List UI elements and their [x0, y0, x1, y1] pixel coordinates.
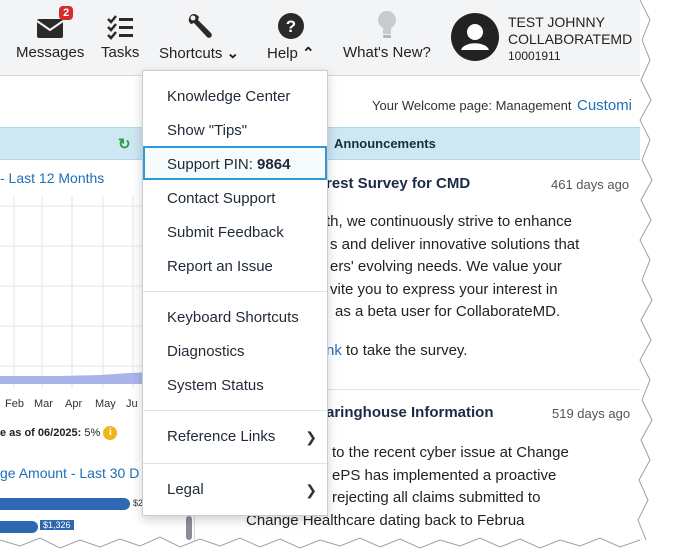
envelope-icon: 2	[35, 6, 74, 40]
user-name-line2: COLLABORATEMD	[508, 31, 633, 47]
line-chart	[0, 196, 150, 388]
user-id: 10001911	[508, 49, 561, 63]
announcement-title[interactable]: aringhouse Information	[326, 404, 494, 422]
messages-nav[interactable]: 2 Messages	[16, 6, 85, 61]
menu-item-diagnostics[interactable]: Diagnostics	[143, 335, 327, 369]
help-dropdown-menu: Knowledge Center Show "Tips" Support PIN…	[142, 70, 328, 516]
chevron-right-icon: ❯	[305, 482, 317, 498]
menu-item-show-tips[interactable]: Show "Tips"	[143, 114, 327, 148]
messages-count-badge: 2	[59, 6, 74, 20]
scrollbar-thumb[interactable]	[186, 516, 192, 540]
chart-title-12-months[interactable]: - Last 12 Months	[0, 170, 104, 186]
whats-new-nav[interactable]: What's New?	[343, 8, 431, 61]
menu-separator	[143, 410, 327, 411]
question-circle-icon: ?	[277, 8, 305, 40]
amount-bar-label: $1,326	[40, 520, 74, 530]
chart-title-30-days[interactable]: ge Amount - Last 30 D	[0, 465, 139, 481]
wrench-icon	[185, 8, 213, 40]
shortcuts-label: Shortcuts ⌄	[159, 45, 240, 62]
menu-item-contact-support[interactable]: Contact Support	[143, 182, 327, 216]
chevron-up-icon: ⌃	[302, 45, 315, 62]
month-tick: Ju	[126, 398, 138, 410]
whats-new-label: What's New?	[343, 44, 431, 61]
menu-item-reference-links[interactable]: Reference Links ❯	[143, 420, 327, 454]
month-tick: Feb	[5, 398, 24, 410]
survey-link-line: nk to take the survey.	[326, 342, 468, 359]
help-nav[interactable]: ? Help ⌃	[267, 8, 315, 62]
chevron-down-icon: ⌄	[226, 45, 240, 62]
tasks-nav[interactable]: Tasks	[101, 8, 139, 61]
shortcuts-nav[interactable]: Shortcuts ⌄	[159, 8, 239, 62]
rate-as-of: e as of 06/2025: 5% i	[0, 426, 118, 440]
user-info: TEST JOHNNY COLLABORATEMD 10001911	[508, 14, 632, 65]
survey-link[interactable]: nk	[326, 342, 342, 359]
menu-separator	[143, 463, 327, 464]
announcements-title: Announcements	[334, 136, 436, 151]
checklist-icon	[106, 8, 134, 40]
menu-item-knowledge-center[interactable]: Knowledge Center	[143, 80, 327, 114]
help-label: Help ⌃	[267, 45, 315, 62]
announcement-body: to the recent cyber issue at Change ePS …	[246, 444, 569, 529]
announcement-title[interactable]: rest Survey for CMD	[326, 175, 470, 193]
user-name-line1: TEST JOHNNY	[508, 14, 605, 30]
svg-text:?: ?	[286, 17, 296, 36]
customize-link[interactable]: Customi	[577, 97, 632, 114]
avatar	[450, 12, 500, 67]
menu-item-submit-feedback[interactable]: Submit Feedback	[143, 216, 327, 250]
chevron-right-icon: ❯	[305, 429, 317, 445]
top-nav-bar: 2 Messages Tasks Shortcuts ⌄ ? Help ⌃ Wh…	[0, 0, 640, 76]
month-tick: Mar	[34, 398, 53, 410]
tasks-label: Tasks	[101, 44, 140, 61]
welcome-page-label: Your Welcome page: Management	[372, 98, 572, 113]
menu-item-report-issue[interactable]: Report an Issue	[143, 250, 327, 284]
menu-separator	[143, 291, 327, 292]
announcement-body: th, we continuously strive to enhance s …	[326, 213, 580, 320]
refresh-icon[interactable]: ↻	[118, 135, 131, 153]
announcement-age: 519 days ago	[552, 406, 631, 421]
menu-item-system-status[interactable]: System Status	[143, 369, 327, 403]
lightbulb-icon	[376, 8, 398, 40]
menu-item-keyboard-shortcuts[interactable]: Keyboard Shortcuts	[143, 301, 327, 335]
user-profile[interactable]: TEST JOHNNY COLLABORATEMD 10001911	[450, 12, 632, 67]
messages-label: Messages	[16, 44, 85, 61]
menu-item-legal[interactable]: Legal ❯	[143, 473, 327, 507]
amount-bar	[0, 521, 38, 533]
support-pin-value: 9864	[257, 156, 291, 173]
announcement-age: 461 days ago	[551, 177, 630, 192]
menu-item-support-pin[interactable]: Support PIN: 9864	[143, 146, 327, 180]
amount-bar	[0, 498, 130, 510]
month-tick: May	[95, 398, 116, 410]
info-icon[interactable]: i	[103, 426, 118, 440]
month-tick: Apr	[65, 398, 83, 410]
